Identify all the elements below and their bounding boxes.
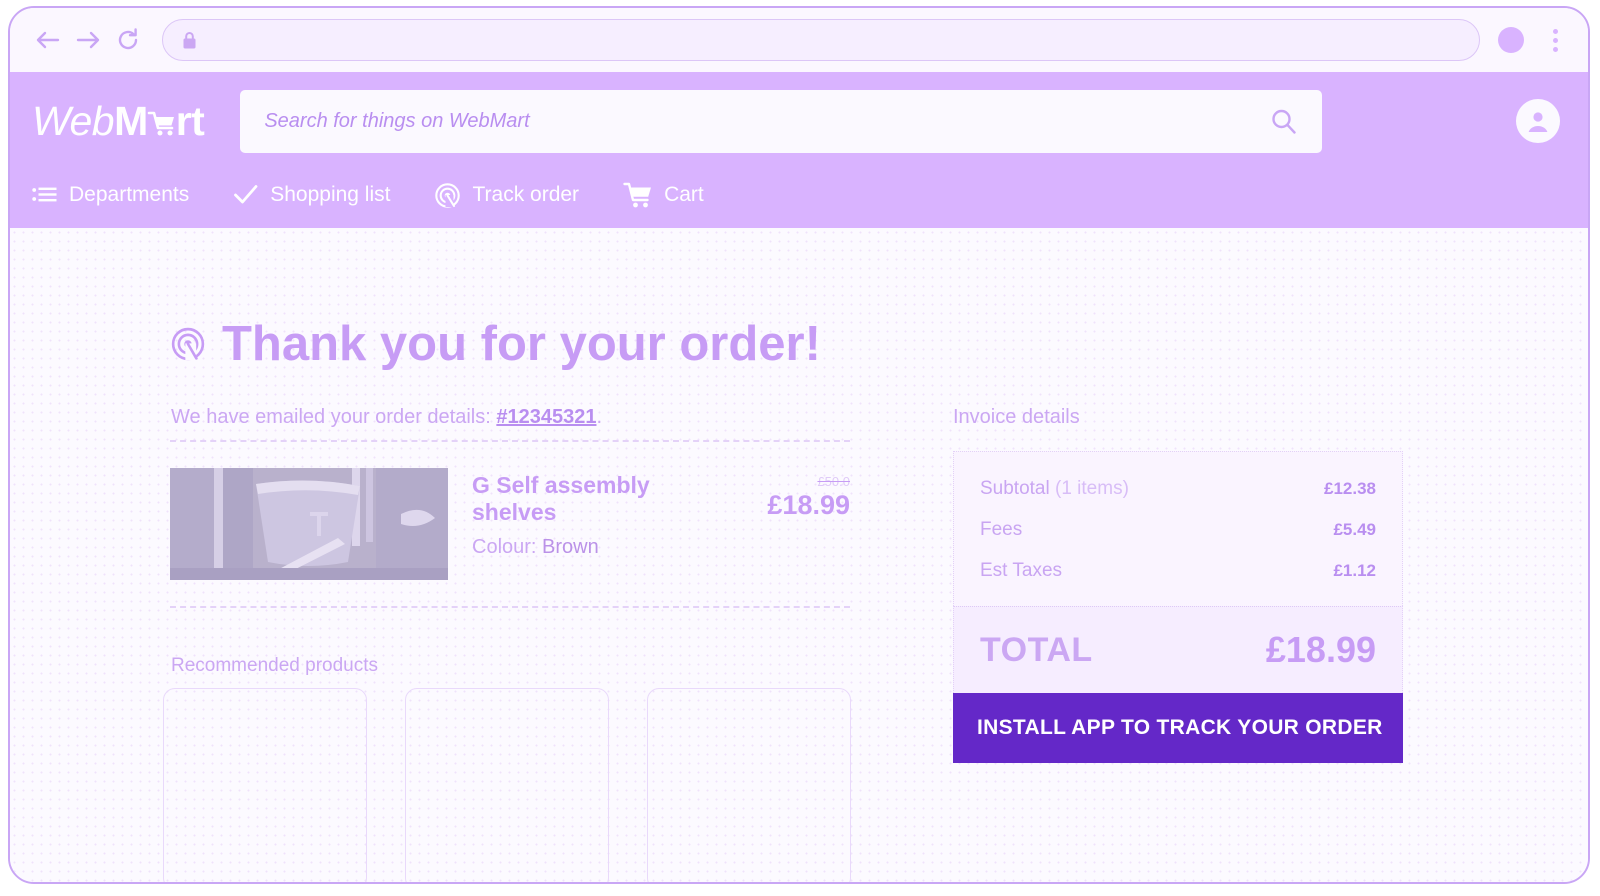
kebab-menu-icon[interactable] bbox=[1544, 26, 1566, 54]
invoice-panel: Invoice details Subtotal (1 items) £12.3… bbox=[953, 406, 1403, 763]
original-price: £50.0 bbox=[817, 474, 850, 489]
search-icon[interactable] bbox=[1269, 107, 1298, 136]
invoice-row-subtotal: Subtotal (1 items) £12.38 bbox=[980, 478, 1376, 500]
emailed-prefix: We have emailed your order details: bbox=[171, 406, 497, 428]
invoice-value: £5.49 bbox=[1333, 520, 1376, 539]
thank-you-heading: Thank you for your order! bbox=[170, 316, 821, 372]
divider-bottom bbox=[170, 606, 850, 608]
browser-toolbar bbox=[10, 8, 1588, 72]
recommended-product-card[interactable] bbox=[163, 688, 367, 882]
order-product-row: G Self assembly shelves Colour: Brown £5… bbox=[170, 468, 850, 580]
colour-label: Colour: bbox=[472, 536, 543, 558]
invoice-label: Est Taxes bbox=[980, 560, 1062, 582]
recommended-product-card[interactable] bbox=[647, 688, 851, 882]
recommended-products-list bbox=[163, 688, 851, 882]
invoice-label-text: Subtotal bbox=[980, 478, 1050, 499]
back-arrow-icon bbox=[36, 31, 60, 49]
invoice-title: Invoice details bbox=[953, 406, 1080, 428]
order-confirmation-text: We have emailed your order details: #123… bbox=[171, 406, 602, 429]
nav-label: Cart bbox=[664, 183, 704, 206]
nav-label: Departments bbox=[69, 183, 190, 206]
invoice-label: Subtotal (1 items) bbox=[980, 478, 1129, 500]
product-title[interactable]: G Self assembly shelves bbox=[472, 472, 740, 526]
chrome-right-controls bbox=[1498, 26, 1566, 54]
invoice-value: £1.12 bbox=[1333, 561, 1376, 580]
product-price-block: £50.0 £18.99 bbox=[740, 468, 850, 521]
shopping-cart-icon bbox=[147, 101, 177, 148]
list-lines-icon bbox=[32, 186, 58, 204]
browser-window: Web Mrt Search for things on WebMart Dep… bbox=[8, 6, 1590, 884]
forward-button[interactable] bbox=[68, 20, 108, 60]
shopping-cart-icon bbox=[623, 181, 653, 209]
product-thumbnail[interactable] bbox=[170, 468, 448, 580]
target-spiral-icon bbox=[434, 182, 461, 209]
logo-text-m: M bbox=[114, 97, 148, 144]
profile-avatar-icon[interactable] bbox=[1498, 27, 1524, 53]
page-title: Thank you for your order! bbox=[222, 317, 821, 371]
product-info: G Self assembly shelves Colour: Brown bbox=[472, 468, 740, 559]
recommended-product-card[interactable] bbox=[405, 688, 609, 882]
url-bar[interactable] bbox=[162, 19, 1480, 61]
product-colour: Colour: Brown bbox=[472, 536, 740, 559]
invoice-label-text: Est Taxes bbox=[980, 560, 1063, 581]
search-input[interactable] bbox=[262, 108, 1270, 134]
colour-value: Brown bbox=[542, 536, 599, 558]
site-logo[interactable]: Web Mrt bbox=[32, 97, 205, 148]
header-top-row: Web Mrt bbox=[10, 72, 1588, 170]
site-nav: Departments Shopping list Track order Ca… bbox=[10, 170, 1588, 228]
invoice-value: £12.38 bbox=[1324, 479, 1376, 498]
checkmark-icon bbox=[233, 184, 259, 206]
reload-button[interactable] bbox=[108, 20, 148, 60]
nav-item-departments[interactable]: Departments bbox=[32, 183, 189, 207]
order-number-link[interactable]: #12345321 bbox=[496, 406, 596, 428]
target-spiral-icon bbox=[170, 326, 206, 362]
recommended-products-title: Recommended products bbox=[171, 655, 378, 676]
search-bar[interactable] bbox=[240, 89, 1323, 153]
divider-top bbox=[170, 440, 850, 442]
back-button[interactable] bbox=[28, 20, 68, 60]
invoice-row-fees: Fees £5.49 bbox=[980, 519, 1376, 541]
lock-icon bbox=[183, 31, 196, 48]
emailed-suffix: . bbox=[596, 406, 603, 428]
invoice-line-items: Subtotal (1 items) £12.38 Fees £5.49 Est… bbox=[953, 451, 1403, 606]
person-icon bbox=[1528, 112, 1548, 132]
nav-label: Track order bbox=[472, 183, 580, 206]
account-circle-icon[interactable] bbox=[1516, 99, 1560, 143]
logo-text-web: Web bbox=[32, 97, 115, 144]
invoice-row-est-taxes: Est Taxes £1.12 bbox=[980, 560, 1376, 582]
forward-arrow-icon bbox=[76, 31, 100, 49]
reload-icon bbox=[118, 28, 138, 50]
total-label: TOTAL bbox=[980, 630, 1093, 669]
invoice-label-text: Fees bbox=[980, 519, 1023, 540]
total-value: £18.99 bbox=[1265, 629, 1376, 670]
nav-label: Shopping list bbox=[270, 183, 391, 206]
product-photo bbox=[170, 468, 448, 580]
nav-item-shopping-list[interactable]: Shopping list bbox=[233, 183, 390, 207]
nav-item-track-order[interactable]: Track order bbox=[434, 182, 579, 209]
nav-item-cart[interactable]: Cart bbox=[623, 181, 704, 209]
invoice-total-row: TOTAL £18.99 bbox=[953, 606, 1403, 693]
page-body: Thank you for your order! We have emaile… bbox=[10, 228, 1588, 882]
logo-text-rt: rt bbox=[175, 97, 205, 144]
current-price: £18.99 bbox=[767, 490, 850, 520]
invoice-label-sub: (1 items) bbox=[1049, 478, 1129, 499]
site-header: Web Mrt Search for things on WebMart Dep… bbox=[10, 72, 1588, 228]
install-app-button[interactable]: INSTALL APP TO TRACK YOUR ORDER bbox=[953, 693, 1403, 763]
invoice-label: Fees bbox=[980, 519, 1022, 541]
